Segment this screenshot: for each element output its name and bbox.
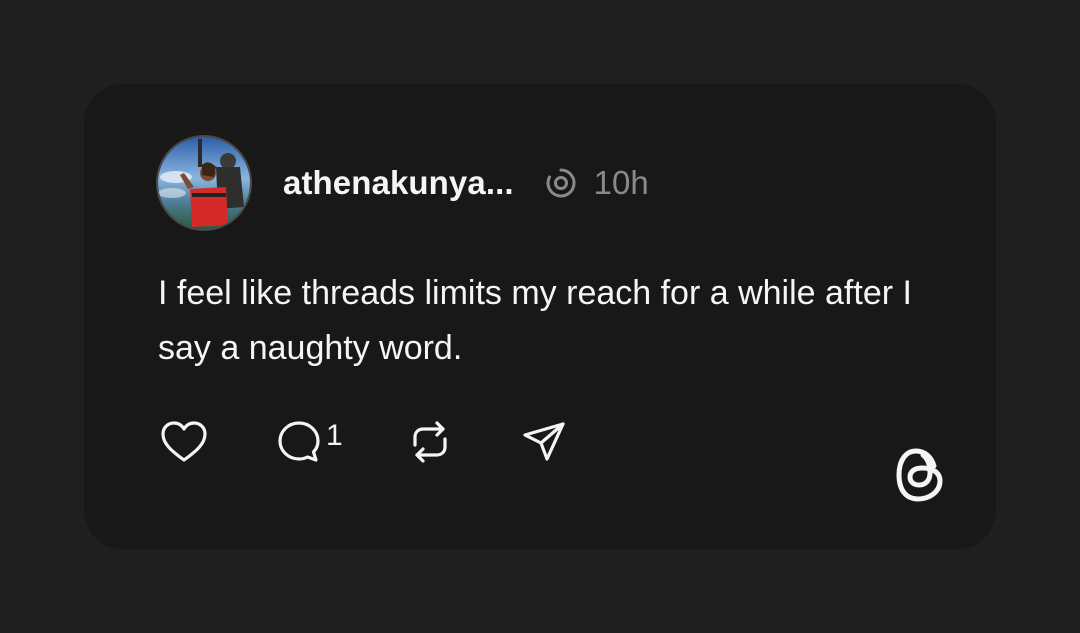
share-button[interactable]	[521, 419, 567, 465]
comment-icon	[276, 419, 322, 465]
repost-icon	[407, 419, 453, 465]
post-card: athenakunya... 10h I feel like threads l…	[84, 84, 996, 549]
post-text: I feel like threads limits my reach for …	[158, 274, 912, 367]
avatar[interactable]	[156, 135, 252, 231]
heart-icon	[160, 420, 208, 464]
post-header: athenakunya... 10h	[156, 134, 649, 232]
post-actions: 1	[160, 418, 567, 466]
avatar-photo	[158, 137, 250, 229]
threads-logo-icon	[894, 444, 950, 511]
post-meta: 10h	[544, 164, 649, 202]
username[interactable]: athenakunya...	[283, 164, 514, 202]
threads-circle-icon	[544, 166, 578, 200]
post-timestamp: 10h	[593, 164, 649, 201]
reply-count: 1	[326, 419, 343, 452]
reply-button[interactable]: 1	[276, 419, 343, 465]
send-icon	[521, 419, 567, 465]
repost-button[interactable]	[407, 419, 453, 465]
like-button[interactable]	[160, 420, 208, 464]
